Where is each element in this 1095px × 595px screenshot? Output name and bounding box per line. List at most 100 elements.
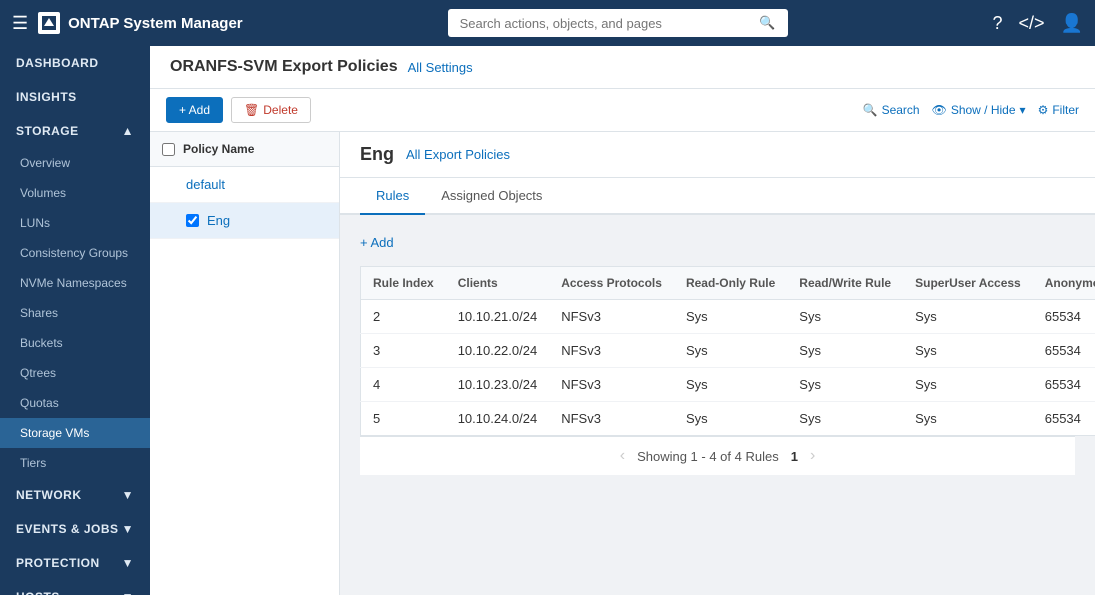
sidebar-subitem-consistency-groups[interactable]: Consistency Groups [0, 238, 150, 268]
sidebar-subitem-buckets[interactable]: Buckets [0, 328, 150, 358]
user-icon[interactable]: 👤 [1061, 13, 1083, 34]
toolbar: + Add 🗑 Delete 🔍 Search 👁 Show / Hide ▾ … [150, 89, 1095, 132]
cell-row2-col2: NFSv3 [549, 368, 674, 402]
trash-icon: 🗑 [244, 103, 259, 117]
global-search-input[interactable] [460, 16, 754, 31]
table-row: 310.10.22.0/24NFSv3SysSysSys65534 [361, 334, 1095, 368]
toolbar-right: 🔍 Search 👁 Show / Hide ▾ ⚙ Filter [863, 103, 1079, 117]
col-clients: Clients [446, 267, 550, 300]
hamburger-menu-icon[interactable]: ☰ [12, 13, 28, 34]
policy-item-eng[interactable]: Eng [150, 203, 339, 239]
sidebar-subitem-luns[interactable]: LUNs [0, 208, 150, 238]
select-all-checkbox[interactable] [162, 143, 175, 156]
protection-chevron-icon: ▼ [122, 556, 134, 570]
eng-policy-checkbox[interactable] [186, 214, 199, 227]
sidebar-subitem-tiers[interactable]: Tiers [0, 448, 150, 478]
policy-list: Policy Name default Eng [150, 132, 340, 595]
sidebar-item-insights[interactable]: INSIGHTS [0, 80, 150, 114]
cell-row3-col6: 65534 [1033, 402, 1095, 436]
add-rule-button[interactable]: + Add [360, 231, 394, 254]
cell-row3-col2: NFSv3 [549, 402, 674, 436]
col-access-protocols: Access Protocols [549, 267, 674, 300]
col-superuser-access: SuperUser Access [903, 267, 1033, 300]
netapp-logo-icon [38, 12, 60, 34]
rules-table: Rule Index Clients Access Protocols Read… [360, 266, 1095, 436]
sidebar: DASHBOARD INSIGHTS STORAGE ▲ Overview Vo… [0, 46, 150, 595]
cell-row3-col4: Sys [787, 402, 903, 436]
cell-row2-col3: Sys [674, 368, 787, 402]
filter-icon: ⚙ [1038, 103, 1049, 117]
rules-section: + Add Rule Index Clients Access Protocol… [340, 215, 1095, 491]
storage-chevron-icon: ▲ [122, 124, 134, 138]
sidebar-subitem-shares[interactable]: Shares [0, 298, 150, 328]
cell-row1-col4: Sys [787, 334, 903, 368]
page-number: 1 [791, 449, 798, 464]
col-read-write-rule: Read/Write Rule [787, 267, 903, 300]
cell-row3-col5: Sys [903, 402, 1033, 436]
cell-row1-col1: 10.10.22.0/24 [446, 334, 550, 368]
cell-row0-col3: Sys [674, 300, 787, 334]
search-action[interactable]: 🔍 Search [863, 103, 920, 117]
sidebar-subitem-storage-vms[interactable]: Storage VMs [0, 418, 150, 448]
sidebar-subitem-volumes[interactable]: Volumes [0, 178, 150, 208]
events-chevron-icon: ▼ [122, 522, 134, 536]
cell-row2-col1: 10.10.23.0/24 [446, 368, 550, 402]
sidebar-subitem-nvme-namespaces[interactable]: NVMe Namespaces [0, 268, 150, 298]
table-header-row: Rule Index Clients Access Protocols Read… [361, 267, 1095, 300]
cell-row1-col3: Sys [674, 334, 787, 368]
cell-row0-col6: 65534 [1033, 300, 1095, 334]
global-search-bar[interactable]: 🔍 [448, 9, 788, 37]
sidebar-item-protection[interactable]: PROTECTION ▼ [0, 546, 150, 580]
sidebar-subitem-qtrees[interactable]: Qtrees [0, 358, 150, 388]
page-title: ORANFS-SVM Export Policies [170, 58, 398, 76]
cell-row1-col2: NFSv3 [549, 334, 674, 368]
show-hide-action[interactable]: 👁 Show / Hide ▾ [932, 103, 1026, 117]
sidebar-item-events-jobs[interactable]: EVENTS & JOBS ▼ [0, 512, 150, 546]
all-export-policies-link[interactable]: All Export Policies [406, 147, 510, 162]
filter-action[interactable]: ⚙ Filter [1038, 103, 1079, 117]
table-row: 510.10.24.0/24NFSv3SysSysSys65534 [361, 402, 1095, 436]
sidebar-item-network[interactable]: NETWORK ▼ [0, 478, 150, 512]
cell-row0-col0: 2 [361, 300, 446, 334]
network-chevron-icon: ▼ [122, 488, 134, 502]
detail-panel: Eng All Export Policies Rules Assigned O… [340, 132, 1095, 595]
sidebar-subitem-overview[interactable]: Overview [0, 148, 150, 178]
cell-row3-col0: 5 [361, 402, 446, 436]
all-settings-link[interactable]: All Settings [408, 60, 473, 75]
next-page-arrow[interactable]: › [810, 447, 815, 465]
cell-row3-col3: Sys [674, 402, 787, 436]
detail-title: Eng [360, 144, 394, 165]
policy-item-default[interactable]: default [150, 167, 339, 203]
top-navigation: ☰ ONTAP System Manager 🔍 ? </> 👤 [0, 0, 1095, 46]
prev-page-arrow[interactable]: ‹ [620, 447, 625, 465]
cell-row0-col5: Sys [903, 300, 1033, 334]
cell-row1-col6: 65534 [1033, 334, 1095, 368]
content-area: Policy Name default Eng Eng All Export P… [150, 132, 1095, 595]
code-icon[interactable]: </> [1019, 13, 1045, 34]
col-rule-index: Rule Index [361, 267, 446, 300]
page-header: ORANFS-SVM Export Policies All Settings [150, 46, 1095, 89]
delete-button[interactable]: 🗑 Delete [231, 97, 311, 123]
sidebar-item-hosts[interactable]: HOSTS ▼ [0, 580, 150, 595]
detail-tabs: Rules Assigned Objects [340, 178, 1095, 215]
help-icon[interactable]: ? [993, 13, 1003, 34]
sidebar-subitem-quotas[interactable]: Quotas [0, 388, 150, 418]
cell-row1-col0: 3 [361, 334, 446, 368]
default-policy-name: default [186, 177, 225, 192]
search-wrapper: 🔍 [253, 9, 983, 37]
table-row: 210.10.21.0/24NFSv3SysSysSys65534 [361, 300, 1095, 334]
app-logo: ONTAP System Manager [38, 12, 243, 34]
sidebar-item-storage[interactable]: STORAGE ▲ [0, 114, 150, 148]
eng-policy-name: Eng [207, 213, 230, 228]
cell-row0-col1: 10.10.21.0/24 [446, 300, 550, 334]
search-icon: 🔍 [863, 103, 878, 117]
topnav-icons: ? </> 👤 [993, 13, 1083, 34]
sidebar-item-dashboard[interactable]: DASHBOARD [0, 46, 150, 80]
policy-list-header: Policy Name [150, 132, 339, 167]
add-button[interactable]: + Add [166, 97, 223, 123]
cell-row2-col6: 65534 [1033, 368, 1095, 402]
cell-row3-col1: 10.10.24.0/24 [446, 402, 550, 436]
cell-row2-col5: Sys [903, 368, 1033, 402]
tab-assigned-objects[interactable]: Assigned Objects [425, 178, 558, 215]
tab-rules[interactable]: Rules [360, 178, 425, 215]
